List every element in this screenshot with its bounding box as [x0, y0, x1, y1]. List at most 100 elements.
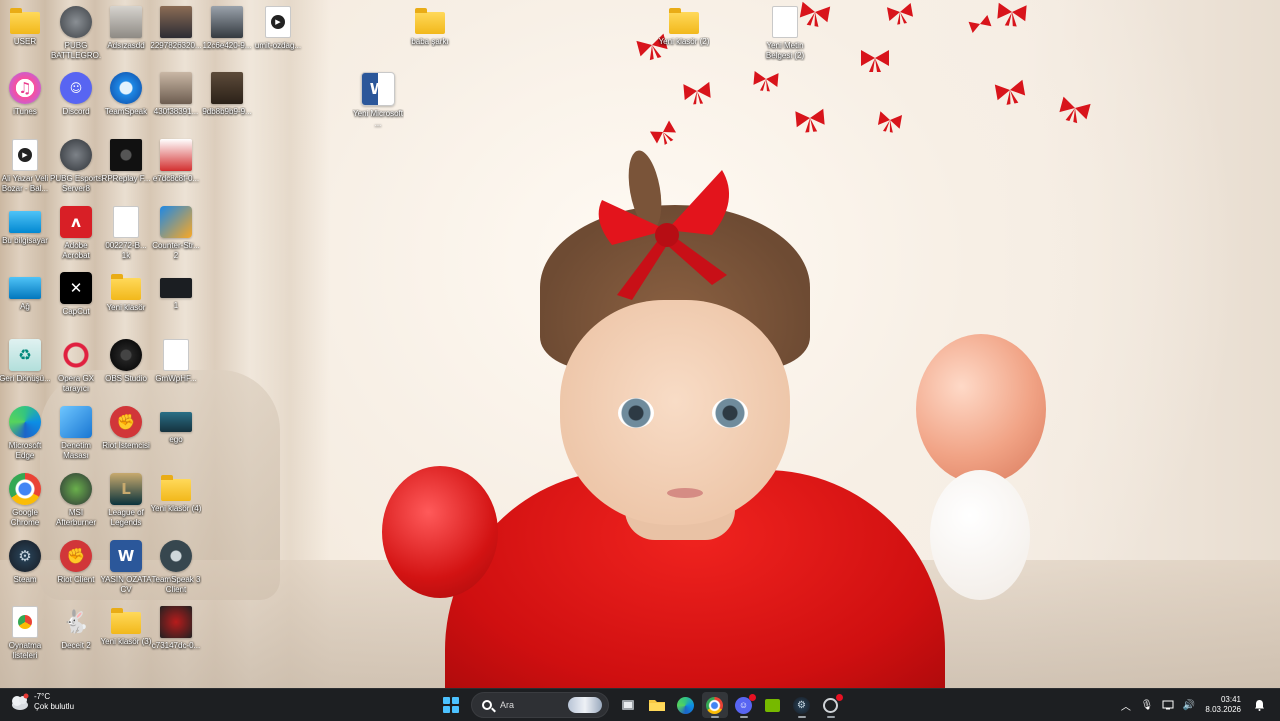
desktop-icon-label: League of Legends [108, 508, 144, 527]
notification-bell-icon[interactable] [1252, 697, 1268, 713]
desktop-icon-new-word-doc[interactable]: W Yeni Microsoft ... [353, 72, 403, 129]
taskbar-chrome[interactable] [701, 692, 728, 718]
weather-temperature: -7°C [34, 692, 51, 701]
folder-icon [415, 8, 445, 34]
search-placeholder: Ara [500, 700, 515, 710]
microphone-icon[interactable]: 🎙 [1139, 697, 1155, 713]
windows-start-icon [442, 697, 459, 713]
taskbar-discord[interactable]: ☺ [731, 692, 757, 718]
desktop-icon-label: Geri Dönüşü... [0, 374, 51, 383]
search-highlight-image [568, 697, 602, 713]
desktop-icon-photo-12c6[interactable]: 12c6e420-9... [202, 6, 252, 51]
desktop-icon-network[interactable]: Ağ [0, 272, 50, 312]
desktop-icon-label: Yeni klasör (3) [100, 637, 152, 646]
steam-icon: ⚙ [9, 540, 41, 572]
desktop-icon-photo-430f[interactable]: 430f38391... [151, 72, 201, 117]
desktop-icon-umit-ozdag-video[interactable]: ▶ umit-ozdag... [253, 6, 303, 51]
desktop-icon-teamspeak-3[interactable]: TeamSpeak 3 Client [151, 540, 201, 595]
desktop-icon-photo-9db8[interactable]: 9db8b9b9-9... [202, 72, 252, 117]
desktop-icon-itunes[interactable]: ♫ iTunes [0, 72, 50, 117]
desktop-icon-label: Deceit 2 [61, 641, 91, 650]
desktop-icon-counter-strike-2[interactable]: Counter-Str... 2 [151, 206, 201, 261]
text-file-icon [772, 6, 798, 38]
computer-icon [9, 211, 41, 233]
notification-badge [748, 694, 756, 701]
desktop-icon-photo-c731[interactable]: c73147dc-0... [151, 606, 201, 651]
wallpaper-eye-right [712, 398, 748, 428]
pubg-esports-icon [60, 139, 92, 171]
desktop-icon-edge[interactable]: Microsoft Edge [0, 406, 50, 461]
desktop-icon-ego[interactable]: ego [151, 406, 201, 445]
desktop-icon-user-folder[interactable]: USER [0, 6, 50, 47]
desktop-icon-yeni-klasor[interactable]: Yeni klasör [101, 272, 151, 313]
clock[interactable]: 03:41 8.03.2026 [1205, 695, 1241, 715]
video-thumb-icon [110, 139, 142, 171]
video-file-icon: ▶ [265, 6, 291, 38]
desktop-icon-pubg[interactable]: PUBG BATTLEGRO... [51, 6, 101, 61]
weather-cloud-icon [12, 693, 29, 710]
desktop-icon-label: Yeni klasör (4) [150, 504, 202, 513]
desktop-icon-acrobat[interactable]: ʌ Adobe Acrobat [51, 206, 101, 261]
desktop-icon-rpreplay[interactable]: RPReplay F... [101, 139, 151, 184]
weather-widget[interactable]: -7°C Çok bulutlu [10, 692, 74, 712]
desktop-icon-ali-yazar-video[interactable]: ▶ Ali Yazar Veli Bozar - Bal... [0, 139, 50, 194]
taskbar-settings-app[interactable] [818, 692, 844, 718]
desktop-icon-league-of-legends[interactable]: L League of Legends [101, 473, 151, 528]
taskbar-task-view[interactable] [615, 692, 641, 718]
desktop-icon-opera-gx[interactable]: Opera GX tarayıcı [51, 339, 101, 394]
desktop-icon-photo-e7dc[interactable]: e7dc8c8f-0... [151, 139, 201, 184]
taskbar-file-explorer[interactable] [644, 692, 670, 718]
desktop-icon-gmwphf[interactable]: GmWpHF... [151, 339, 201, 384]
taskbar-nvidia[interactable] [760, 692, 786, 718]
wallpaper-eye-left [618, 398, 654, 428]
tray-overflow-chevron-icon[interactable]: ︿ [1118, 697, 1134, 713]
desktop-icon-riot-client[interactable]: ✊ Riot Client [51, 540, 101, 585]
document-icon [163, 339, 189, 371]
desktop-icon-capcut[interactable]: ✕ CapCut [51, 272, 101, 317]
desktop-icon-new-text-doc[interactable]: Yeni Metin Belgesi (2) [760, 6, 810, 61]
desktop-icon-yeni-klasor-3[interactable]: Yeni klasör (3) [101, 606, 151, 647]
start-button[interactable] [438, 692, 464, 718]
desktop-icon-yeni-klasor-2[interactable]: Yeni klasör (2) [659, 6, 709, 47]
taskbar-edge[interactable] [673, 692, 699, 718]
desktop-icon-chrome[interactable]: Google Chrome [0, 473, 50, 528]
desktop-icon-playlists[interactable]: Oynatma listeleri [0, 606, 50, 661]
desktop-icon-teamspeak[interactable]: TeamSpeak [101, 72, 151, 117]
desktop-icon-msi-afterburner[interactable]: MSI Afterburner [51, 473, 101, 528]
opera-gx-icon [60, 339, 92, 371]
recycle-bin-icon: ♻ [9, 339, 41, 371]
volume-icon[interactable]: 🔊 [1181, 697, 1197, 713]
desktop-icon-label: Counter-Str... 2 [152, 241, 200, 260]
photo-thumb-icon [160, 72, 192, 104]
desktop-icon-label: USER [13, 37, 37, 46]
image-thumb-icon [110, 6, 142, 38]
desktop-icon-pubg-esports[interactable]: PUBG Esports Server8 [50, 139, 102, 194]
taskbar-steam[interactable]: ⚙ [789, 692, 815, 718]
taskbar-search-box[interactable]: Ara [471, 692, 609, 718]
wallpaper-balloon-peach [916, 334, 1046, 484]
desktop-icon-this-pc[interactable]: Bu bilgisayar [0, 206, 50, 246]
desktop-icon-label: PUBG Esports Server8 [50, 174, 102, 193]
desktop-icon-document-1k[interactable]: 002272-B... 1k [101, 206, 151, 261]
desktop-icon-baba-sarki[interactable]: baba şarkı [405, 6, 455, 47]
desktop-icon-recycle-bin[interactable]: ♻ Geri Dönüşü... [0, 339, 51, 384]
desktop-icon-label: Google Chrome [10, 508, 40, 527]
desktop-icon-deceit2[interactable]: 🐇 Deceit 2 [51, 606, 101, 651]
network-icon[interactable] [1160, 697, 1176, 713]
desktop-icon-obs[interactable]: OBS Studio [101, 339, 151, 384]
desktop-icon-label: Adsızasdd [107, 41, 145, 50]
photo-thumb-icon [211, 6, 243, 38]
desktop-icon-yeni-klasor-4[interactable]: Yeni klasör (4) [151, 473, 201, 514]
desktop-icon-control-panel[interactable]: Denetim Masası [51, 406, 101, 461]
desktop-icon-discord[interactable]: ☺ Discord [51, 72, 101, 117]
desktop-icon-adsizasdd[interactable]: Adsızasdd [101, 6, 151, 51]
desktop-icon-label: Yeni Metin Belgesi (2) [765, 41, 805, 60]
pubg-icon [60, 6, 92, 38]
desktop-icon-cv-document[interactable]: W YASIN OZATA CV [100, 540, 152, 595]
desktop-icon-photo-2297[interactable]: 2297826320... [150, 6, 202, 51]
desktop-icon-image-1[interactable]: 1 [151, 272, 201, 311]
desktop-icon-steam[interactable]: ⚙ Steam [0, 540, 50, 585]
desktop-icon-label: ego [169, 435, 183, 444]
desktop-icon-label: Adobe Acrobat [62, 241, 90, 260]
desktop-icon-riot-istemcisi[interactable]: ✊ Riot İstemcisi [101, 406, 151, 451]
